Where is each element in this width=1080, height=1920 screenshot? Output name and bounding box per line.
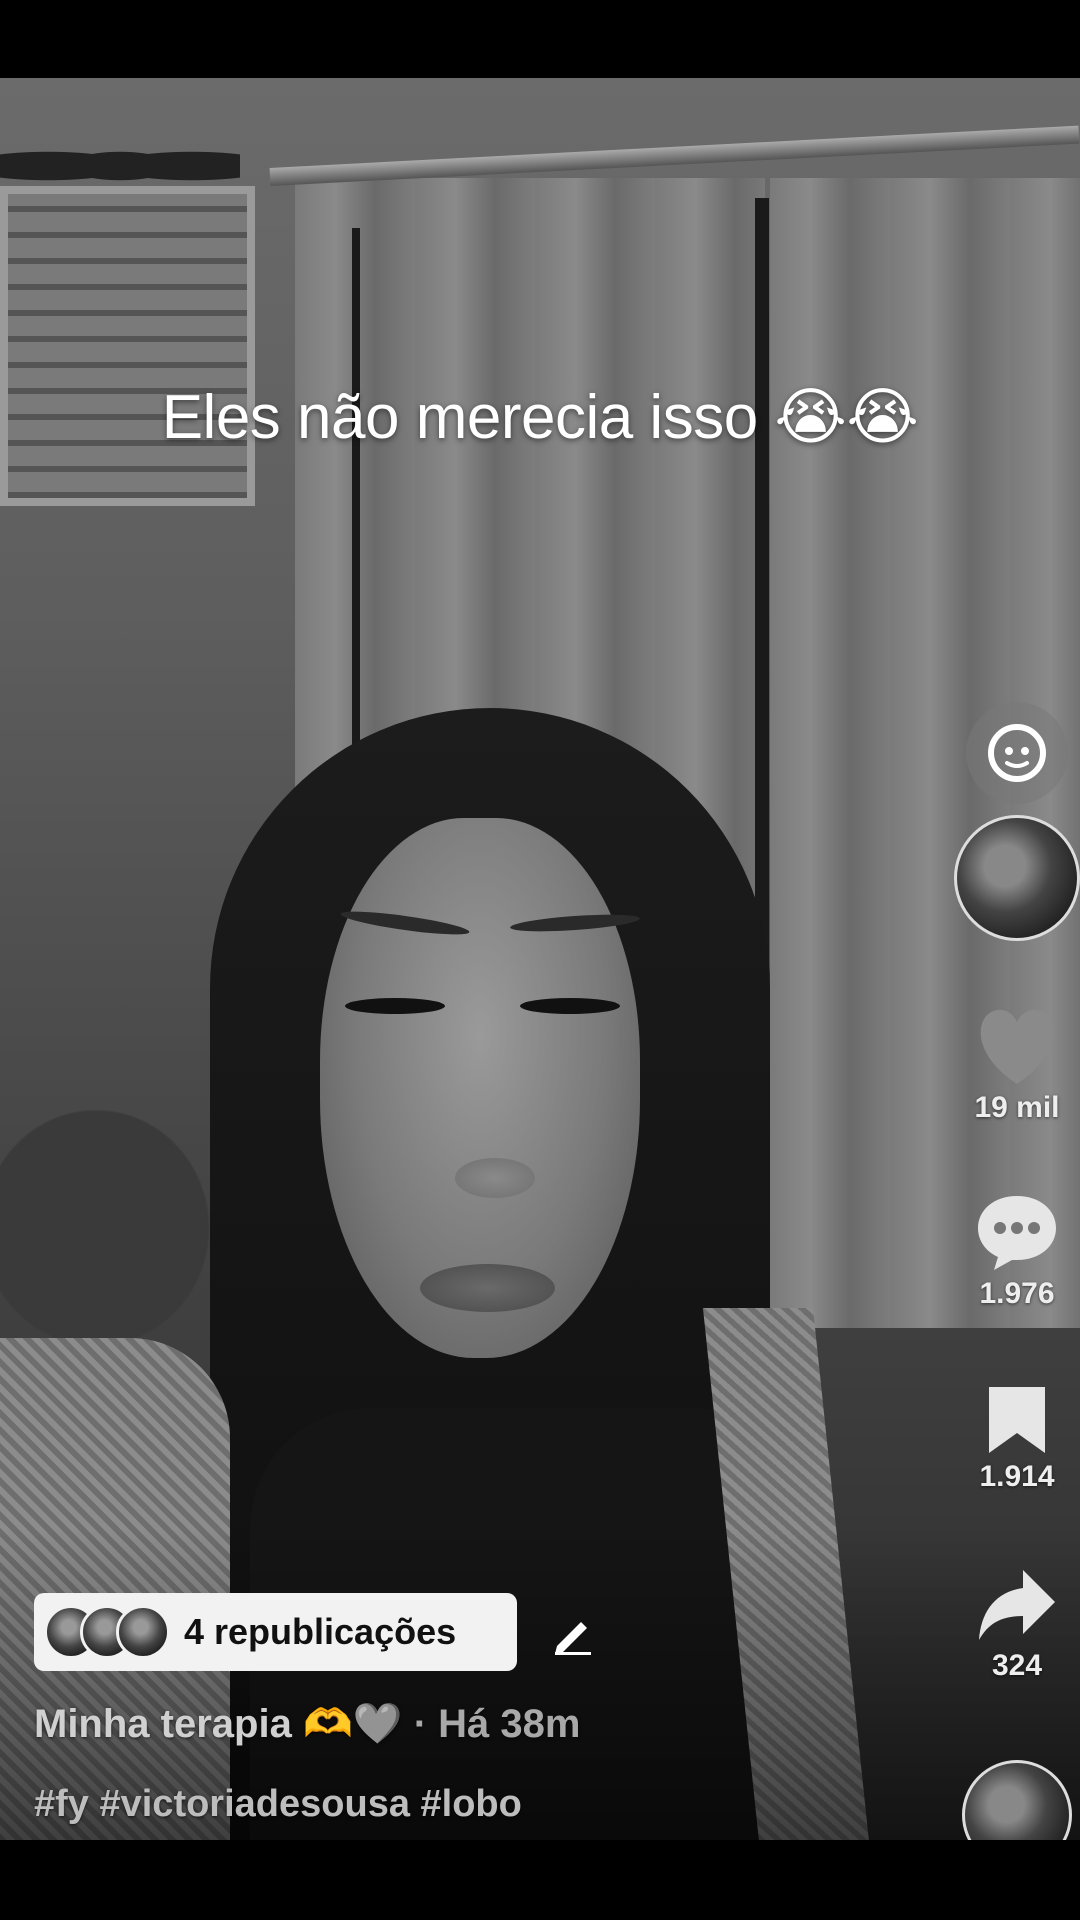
post-title: Minha terapia 🫶🩶 xyxy=(34,1702,403,1746)
reposts-badge[interactable]: 4 republicações xyxy=(34,1593,517,1671)
comment-bubble-icon xyxy=(978,1196,1056,1270)
shelf-figures xyxy=(0,133,240,188)
save-count: 1.914 xyxy=(979,1460,1055,1493)
curtain-edge xyxy=(352,228,360,808)
share-button[interactable]: 324 xyxy=(952,1566,1080,1683)
like-button[interactable]: 19 mil xyxy=(952,1008,1080,1125)
gif-sticker-button[interactable] xyxy=(966,702,1068,804)
right-eye xyxy=(520,998,620,1014)
share-count: 324 xyxy=(991,1649,1043,1682)
background-clutter xyxy=(0,1078,240,1378)
comment-button[interactable]: 1.976 xyxy=(952,1192,1080,1311)
pencil-icon xyxy=(555,1622,591,1655)
post-title-line: Minha terapia 🫶🩶 · Há 38m xyxy=(34,1700,580,1747)
edit-repost-button[interactable] xyxy=(540,1601,606,1667)
curtain-rod xyxy=(269,125,1080,186)
top-black-bar xyxy=(0,0,1080,78)
bookmark-icon xyxy=(989,1387,1045,1453)
gif-sticker-icon xyxy=(988,724,1046,782)
heart-icon xyxy=(980,1009,1054,1084)
left-eye xyxy=(345,998,445,1014)
wall-shelf xyxy=(0,186,255,506)
save-button[interactable]: 1.914 xyxy=(952,1383,1080,1494)
share-arrow-icon xyxy=(979,1570,1055,1640)
post-hashtags[interactable]: #fy #victoriadesousa #lobo xyxy=(34,1783,522,1826)
nose xyxy=(455,1158,535,1198)
bottom-black-bar xyxy=(0,1840,1080,1920)
mouth xyxy=(420,1264,555,1312)
like-count: 19 mil xyxy=(974,1091,1060,1124)
comment-count: 1.976 xyxy=(979,1277,1055,1310)
post-time: · Há 38m xyxy=(413,1702,581,1746)
creator-avatar[interactable] xyxy=(954,815,1080,941)
video-player[interactable] xyxy=(0,78,1080,1840)
reposts-label: 4 republicações xyxy=(184,1611,457,1652)
reposter-avatar xyxy=(116,1605,170,1659)
video-caption: Eles não merecia isso 😭😭 xyxy=(161,383,919,452)
